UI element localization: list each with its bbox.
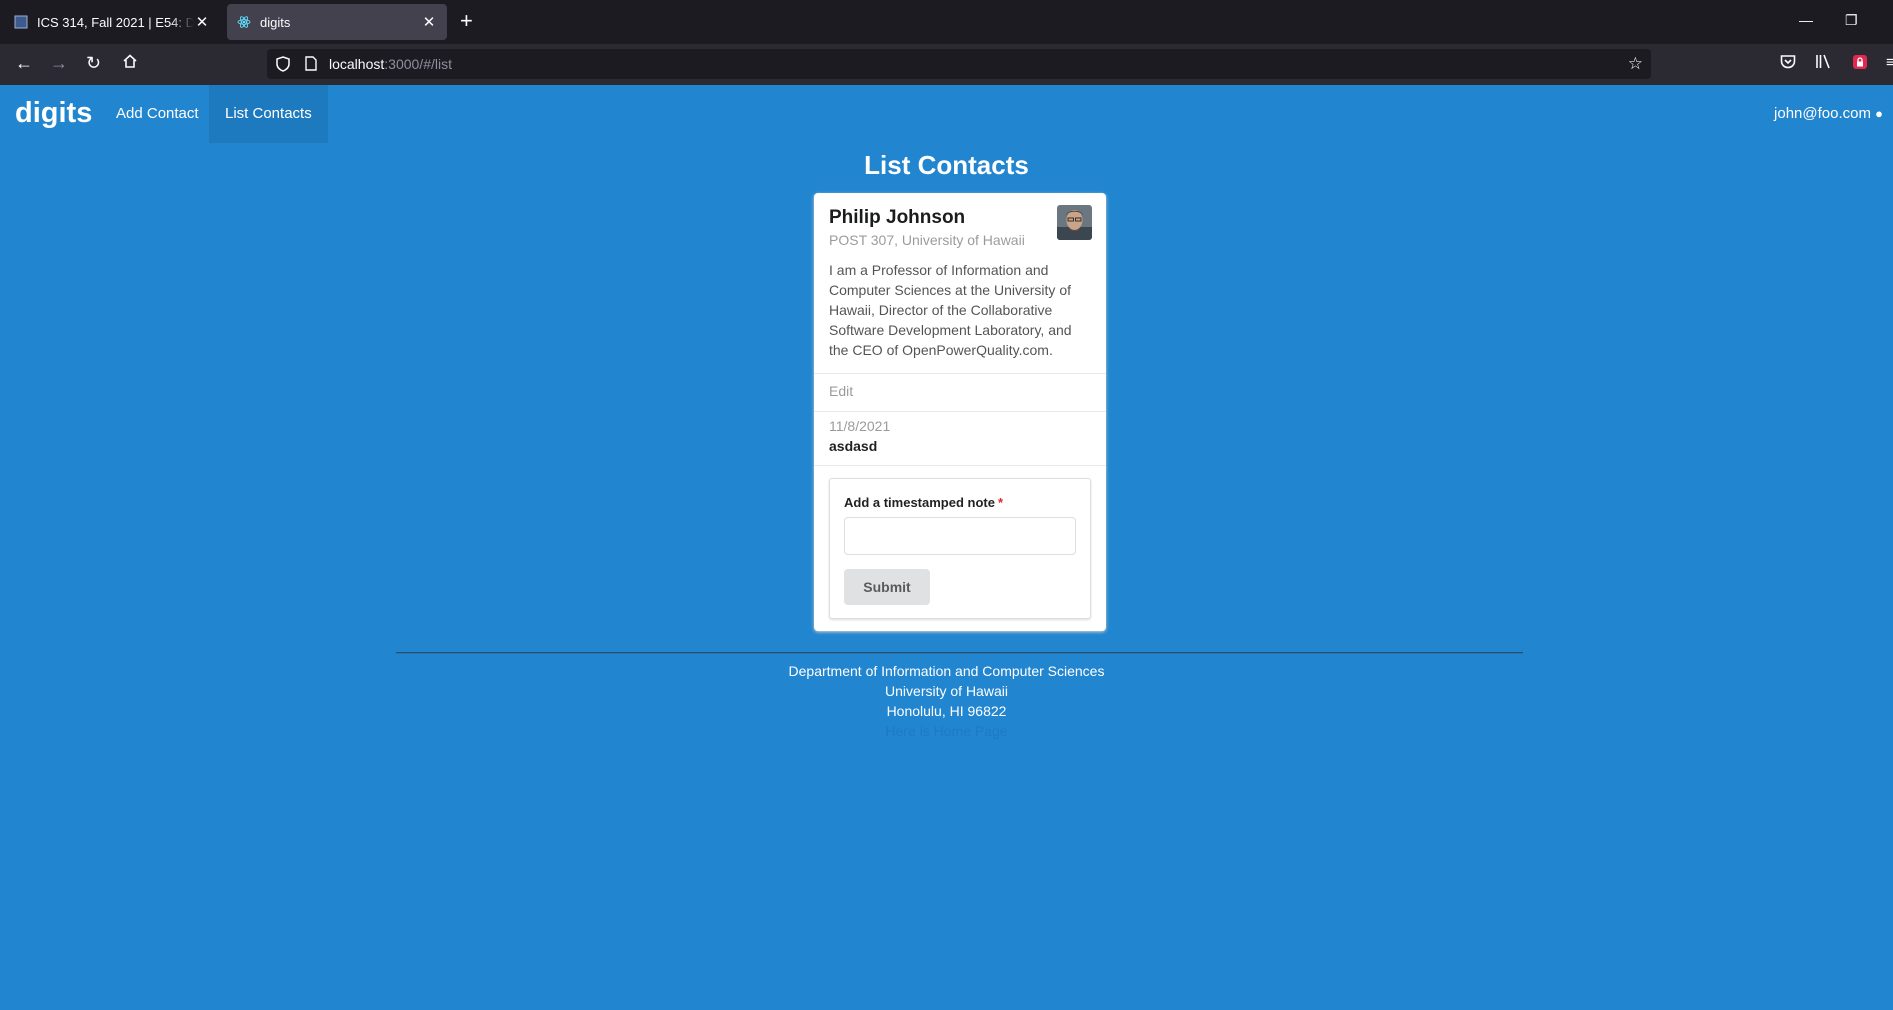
app-menu-bar: digits Add Contact List Contacts john@fo… <box>0 85 1893 143</box>
react-icon <box>237 15 251 29</box>
menu-list-contacts[interactable]: List Contacts <box>209 85 328 143</box>
contact-name: Philip Johnson <box>829 207 966 228</box>
user-email: john@foo.com <box>1774 105 1871 122</box>
bookmark-star-icon[interactable]: ☆ <box>1628 54 1643 74</box>
brand-logo[interactable]: digits <box>15 97 92 130</box>
browser-toolbar: ← → ↻ localhost:3000/#/list ☆ ≡ <box>0 44 1893 85</box>
browser-tab-ics314[interactable]: ICS 314, Fall 2021 | E54: Digits, Part ✕ <box>4 4 220 40</box>
url-bar[interactable]: localhost:3000/#/list ☆ <box>267 49 1651 79</box>
menu-add-contact[interactable]: Add Contact <box>100 85 215 143</box>
user-dropdown[interactable]: john@foo.com ● <box>1774 85 1883 143</box>
divider <box>814 465 1106 466</box>
note-field-label: Add a timestamped note * <box>844 495 1003 510</box>
browser-tab-strip: ICS 314, Fall 2021 | E54: Digits, Part ✕… <box>0 0 1893 44</box>
page-icon <box>14 15 28 29</box>
footer: Department of Information and Computer S… <box>0 661 1893 741</box>
contact-address: POST 307, University of Hawaii <box>829 232 1025 248</box>
footer-university: University of Hawaii <box>885 683 1008 699</box>
shield-icon[interactable] <box>276 56 290 77</box>
tab-title: digits <box>260 14 291 30</box>
url-host: localhost <box>329 56 385 72</box>
url-path: :3000/#/list <box>384 56 452 72</box>
new-tab-icon[interactable]: + <box>460 10 473 32</box>
tab-title: ICS 314, Fall 2021 | E54: Digits, Part <box>37 14 194 30</box>
page-info-icon[interactable] <box>305 56 317 76</box>
home-icon[interactable] <box>122 53 138 73</box>
footer-divider <box>396 652 1523 654</box>
forward-icon[interactable]: → <box>50 53 68 73</box>
browser-tab-digits[interactable]: digits ✕ <box>227 4 447 40</box>
footer-home-link[interactable]: Here is Home Page <box>0 721 1893 741</box>
page-title: List Contacts <box>864 150 1029 180</box>
required-marker: * <box>997 495 1004 510</box>
note-date: 11/8/2021 <box>829 418 891 434</box>
url-text: localhost:3000/#/list <box>329 56 452 72</box>
edit-link[interactable]: Edit <box>829 383 853 399</box>
note-text: asdasd <box>829 438 878 454</box>
back-icon[interactable]: ← <box>15 53 33 73</box>
contact-description: I am a Professor of Information and Comp… <box>829 262 1072 358</box>
user-icon: ● <box>1875 106 1883 121</box>
avatar <box>1057 205 1092 240</box>
divider <box>814 373 1106 374</box>
add-note-form: Add a timestamped note * Submit <box>829 478 1091 619</box>
contact-card: Philip Johnson POST 307, University of H… <box>814 193 1106 631</box>
close-icon[interactable]: ✕ <box>194 13 210 31</box>
note-input[interactable] <box>844 517 1076 555</box>
footer-department: Department of Information and Computer S… <box>788 663 1105 679</box>
pocket-icon[interactable] <box>1780 54 1796 73</box>
close-icon[interactable]: ✕ <box>421 13 437 31</box>
divider <box>814 411 1106 412</box>
library-icon[interactable] <box>1815 54 1831 73</box>
note-label-text: Add a timestamped note <box>844 495 995 510</box>
reload-icon[interactable]: ↻ <box>86 53 101 73</box>
restore-icon[interactable]: ❐ <box>1845 12 1858 29</box>
submit-button[interactable]: Submit <box>844 569 930 605</box>
minimize-icon[interactable]: — <box>1799 12 1813 28</box>
lock-extension-icon[interactable] <box>1852 54 1868 74</box>
menu-icon[interactable]: ≡ <box>1886 54 1893 71</box>
footer-address: Honolulu, HI 96822 <box>886 703 1007 719</box>
